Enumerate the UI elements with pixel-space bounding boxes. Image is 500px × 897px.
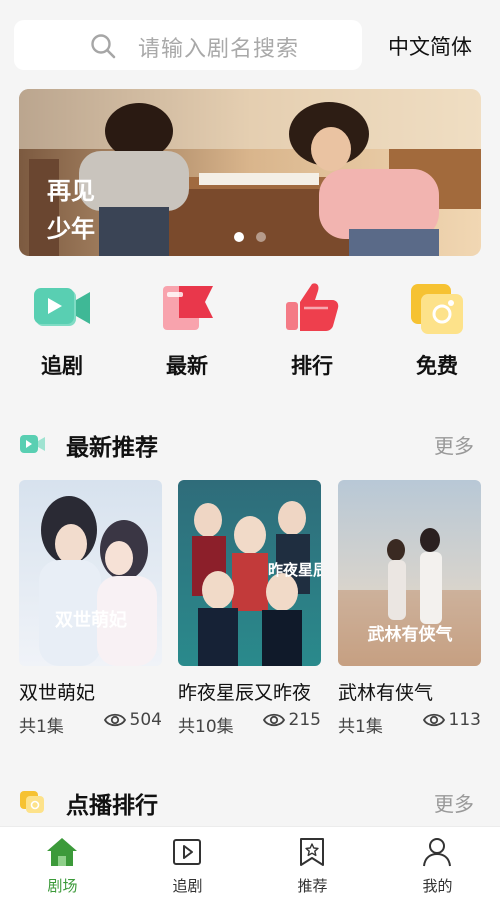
section-title: 点播排行 <box>66 793 158 819</box>
view-count-value: 215 <box>288 710 321 730</box>
coupon-icon <box>411 284 463 334</box>
drama-title: 双世萌妃 <box>19 682 96 704</box>
flag-icon <box>163 286 213 330</box>
banner-carousel[interactable]: 再见 少年 <box>19 89 481 256</box>
view-count: 504 <box>103 710 162 730</box>
view-count-value: 113 <box>448 710 481 730</box>
poster-text: 昨夜星辰又一年 <box>268 561 321 579</box>
thumbs-up-icon <box>286 283 339 331</box>
eye-icon <box>103 713 126 727</box>
banner-dot[interactable] <box>256 232 266 242</box>
drama-card[interactable]: 双世萌妃 双世萌妃 共1集 504 <box>19 480 162 737</box>
quick-nav-label: 排行 <box>291 354 333 378</box>
home-icon <box>47 838 77 866</box>
quick-nav-label: 追剧 <box>41 354 83 378</box>
tab-recommend[interactable]: 推荐 <box>250 827 375 897</box>
tab-theater[interactable]: 剧场 <box>0 827 125 897</box>
episode-count: 共10集 <box>178 717 234 737</box>
video-camera-icon <box>20 435 45 453</box>
tab-mine[interactable]: 我的 <box>375 827 500 897</box>
bookmark-star-icon <box>300 838 324 866</box>
play-square-icon <box>173 839 201 865</box>
episode-count: 共1集 <box>338 717 383 737</box>
latest-section-header: 最新推荐 更多 <box>0 424 500 464</box>
poster-text: 武林有侠气 <box>368 624 453 645</box>
banner-title-line1: 再见 <box>47 176 95 205</box>
eye-icon <box>262 713 285 727</box>
eye-icon <box>422 713 445 727</box>
poster-text: 双世萌妃 <box>55 609 127 631</box>
banner-dot-active[interactable] <box>234 232 244 242</box>
quick-nav: 追剧 最新 排行 免费 <box>0 272 500 382</box>
view-count: 113 <box>422 710 481 730</box>
drama-card[interactable]: 昨夜星辰又一年 昨夜星辰又昨夜 共10集 215 <box>178 480 321 737</box>
drama-poster[interactable]: 武林有侠气 <box>338 480 481 666</box>
more-link[interactable]: 更多 <box>434 430 474 459</box>
banner-title-line2: 少年 <box>46 214 95 243</box>
drama-card[interactable]: 武林有侠气 武林有侠气 共1集 113 <box>338 480 481 737</box>
section-title: 最新推荐 <box>66 435 158 461</box>
tab-label: 追剧 <box>172 877 203 895</box>
tab-label: 我的 <box>422 877 453 895</box>
coupon-icon <box>20 791 44 813</box>
view-count: 215 <box>262 710 321 730</box>
top-bar: 请输入剧名搜索 中文简体 <box>0 0 500 88</box>
quick-nav-label: 免费 <box>416 354 458 378</box>
user-icon <box>423 838 451 867</box>
view-count-value: 504 <box>129 710 162 730</box>
tab-label: 推荐 <box>297 877 328 895</box>
tab-label: 剧场 <box>47 877 78 895</box>
ranking-section-header: 点播排行 更多 <box>0 782 500 822</box>
search-box[interactable]: 请输入剧名搜索 <box>14 20 362 70</box>
episode-count: 共1集 <box>19 717 64 737</box>
bottom-tab-bar: 剧场 追剧 推荐 我的 <box>0 826 500 897</box>
drama-poster[interactable]: 双世萌妃 <box>19 480 162 666</box>
search-placeholder: 请输入剧名搜索 <box>138 37 300 62</box>
search-icon <box>91 34 116 59</box>
tab-follow[interactable]: 追剧 <box>125 827 250 897</box>
quick-nav-label: 最新 <box>166 354 208 378</box>
language-switch[interactable]: 中文简体 <box>388 31 472 61</box>
banner-image: 再见 少年 <box>19 89 481 256</box>
video-camera-icon <box>34 288 90 326</box>
more-link[interactable]: 更多 <box>434 788 474 817</box>
drama-title: 武林有侠气 <box>338 682 434 704</box>
drama-poster[interactable]: 昨夜星辰又一年 <box>178 480 321 666</box>
drama-title: 昨夜星辰又昨夜 <box>178 682 312 704</box>
